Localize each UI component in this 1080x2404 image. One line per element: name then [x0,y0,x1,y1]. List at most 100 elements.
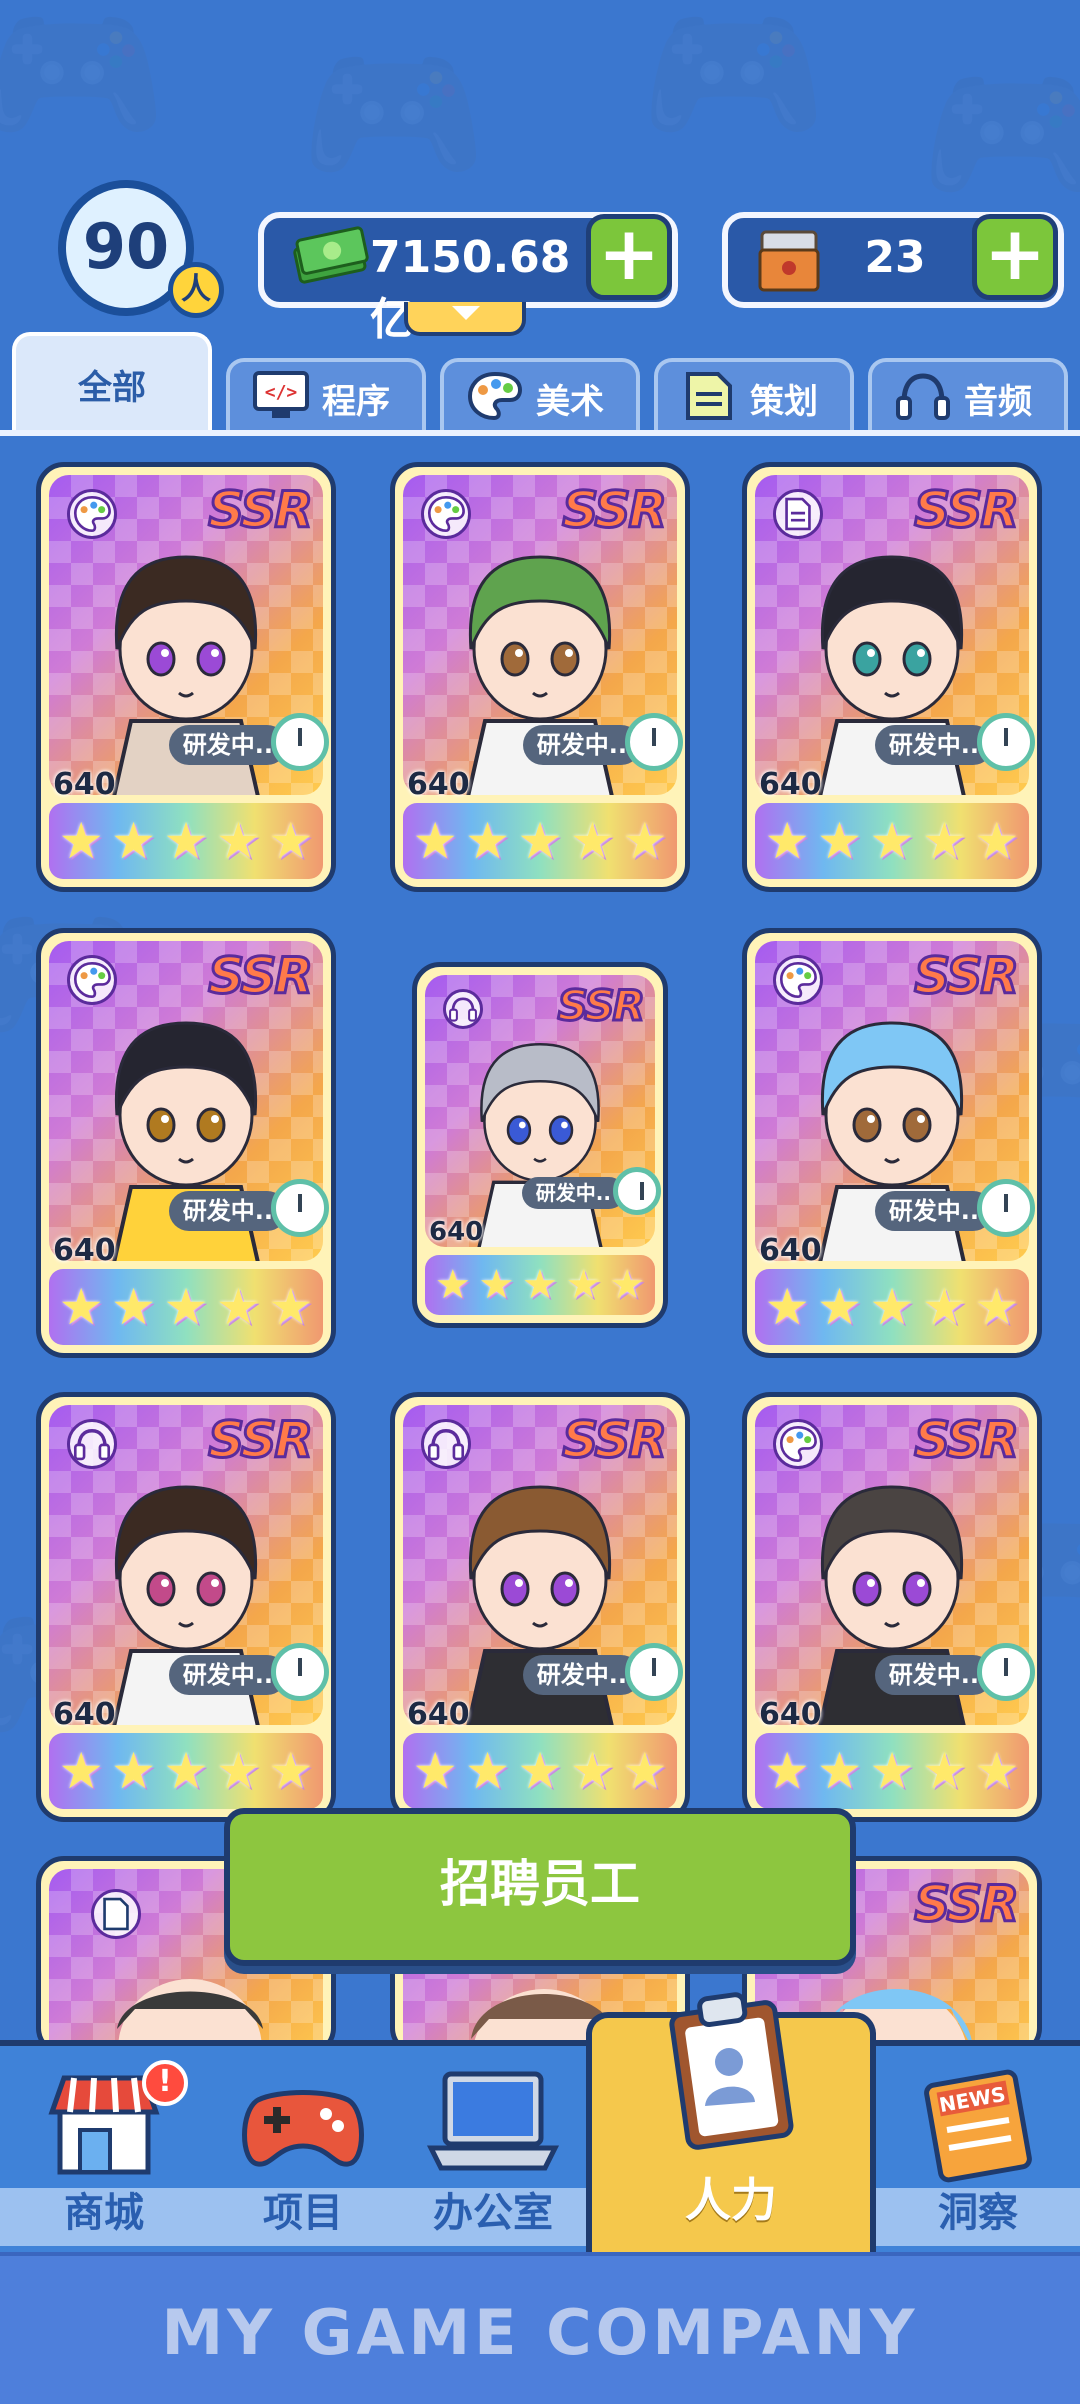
star-rating: ★ ★ ★ ★ ★ [425,1255,655,1315]
employee-card[interactable]: SSR 研发中.. 640 ★ ★ ★ ★ ★ [36,462,336,892]
status-badge: 研发中.. [874,725,993,765]
nav-label: 项目 [263,2190,343,2236]
employee-card[interactable]: SSR 研发中.. 640 ★ ★ ★ ★ ★ [742,928,1042,1358]
staff-count: 90 [82,210,170,283]
nav-hr[interactable]: 人力 [586,1992,876,2252]
timer-icon [271,713,329,771]
star-icon: ★ [163,1742,209,1800]
headphones-icon [896,373,950,420]
star-icon: ★ [565,1262,602,1308]
recruit-staff-button[interactable]: 招聘员工 [224,1808,856,1966]
star-icon: ★ [764,812,810,870]
employee-card[interactable]: SSR 研发中.. 640 ★ ★ ★ ★ ★ [742,1392,1042,1822]
tab-planning[interactable]: 策划 [654,358,854,430]
document-icon [686,372,732,420]
status-badge: 研发中.. [168,725,287,765]
star-icon: ★ [215,812,261,870]
shop-alert-badge: ! [142,2060,188,2106]
timer-icon [271,1179,329,1237]
footer-banner: MY GAME COMPANY [0,2252,1080,2404]
tab-art[interactable]: 美术 [440,358,640,430]
star-icon: ★ [609,1262,646,1308]
star-icon: ★ [215,1742,261,1800]
news-icon: NEWS [924,2069,1032,2183]
star-icon: ★ [58,812,104,870]
star-icon: ★ [569,1742,615,1800]
svg-text:</>: </> [265,382,298,403]
employee-card[interactable]: SSR 研发中.. 640 ★ ★ ★ ★ ★ [36,1392,336,1822]
star-icon: ★ [268,812,314,870]
tab-label: 音频 [964,382,1032,422]
employee-card[interactable]: SSR 研发中.. 640 ★ ★ ★ ★ ★ [742,462,1042,892]
nav-label: 人力 [685,2173,777,2227]
timer-icon [977,1179,1035,1237]
nav-projects[interactable]: 项目 [208,2046,398,2246]
star-icon: ★ [215,1278,261,1336]
timer-icon [625,713,683,771]
laptop-icon [426,2071,560,2171]
status-badge: 研发中.. [874,1655,993,1695]
star-icon: ★ [111,1278,156,1336]
employee-card[interactable]: SSR 研发中.. 640 ★ ★ ★ ★ ★ [390,1392,690,1822]
star-icon: ★ [412,812,458,870]
tabs-divider [0,430,1080,436]
document-icon [91,1889,141,1939]
tab-label: 策划 [750,382,818,422]
star-icon: ★ [869,812,915,870]
expand-hud-button[interactable] [404,302,526,336]
chevron-down-icon [452,306,480,320]
star-icon: ★ [268,1278,314,1336]
nav-office[interactable]: 办公室 [398,2046,588,2246]
tab-all[interactable]: 全部 [12,332,212,432]
timer-icon [977,1643,1035,1701]
add-money-button[interactable]: + [586,214,672,300]
level-value: 640 [407,1697,470,1732]
star-rating: ★ ★ ★ ★ ★ [755,803,1029,879]
star-icon: ★ [412,1742,458,1800]
star-icon: ★ [434,1262,471,1308]
star-icon: ★ [764,1742,810,1800]
nav-shop[interactable]: ! 商城 [0,2046,208,2246]
star-icon: ★ [163,812,209,870]
rarity-label: SSR [913,1874,1021,1935]
add-mail-button[interactable]: + [972,214,1058,300]
tab-audio[interactable]: 音频 [868,358,1068,430]
character-portrait [477,1042,603,1247]
star-icon: ★ [921,1742,967,1800]
star-icon: ★ [817,1278,862,1336]
star-icon: ★ [622,812,668,870]
timer-icon [271,1643,329,1701]
star-icon: ★ [163,1278,209,1336]
code-icon: </> [253,371,309,418]
star-icon: ★ [869,1278,915,1336]
employee-card[interactable]: SSR 研发中.. 640 ★ ★ ★ ★ ★ [390,462,690,892]
employee-card[interactable]: SSR 研发中.. 640 ★ ★ ★ ★ ★ [412,962,668,1328]
gamepad-icon [242,2090,364,2167]
level-value: 640 [53,1697,116,1732]
level-value: 640 [759,1233,822,1268]
mail-icon [758,230,820,292]
employee-card[interactable]: SSR 研发中.. 640 ★ ★ ★ ★ ★ [36,928,336,1358]
cash-icon [293,226,369,284]
tab-programming[interactable]: </> 程序 [226,358,426,430]
star-icon: ★ [465,812,510,870]
star-icon: ★ [111,812,156,870]
level-value: 640 [53,1233,116,1268]
timer-icon [613,1167,661,1215]
timer-icon [977,713,1035,771]
star-icon: ★ [569,812,615,870]
palette-icon [467,371,523,421]
star-icon: ★ [111,1742,156,1800]
star-rating: ★ ★ ★ ★ ★ [755,1733,1029,1809]
star-rating: ★ ★ ★ ★ ★ [403,803,677,879]
timer-icon [625,1643,683,1701]
game-title: MY GAME COMPANY [161,2296,919,2369]
level-value: 640 [759,1697,822,1732]
star-icon: ★ [58,1278,104,1336]
status-badge: 研发中.. [521,1177,625,1209]
nav-insight[interactable]: NEWS 洞察 [876,2046,1080,2246]
star-rating: ★ ★ ★ ★ ★ [403,1733,677,1809]
star-icon: ★ [517,1742,563,1800]
mail-count: 23 [864,232,926,283]
star-icon: ★ [478,1262,515,1308]
